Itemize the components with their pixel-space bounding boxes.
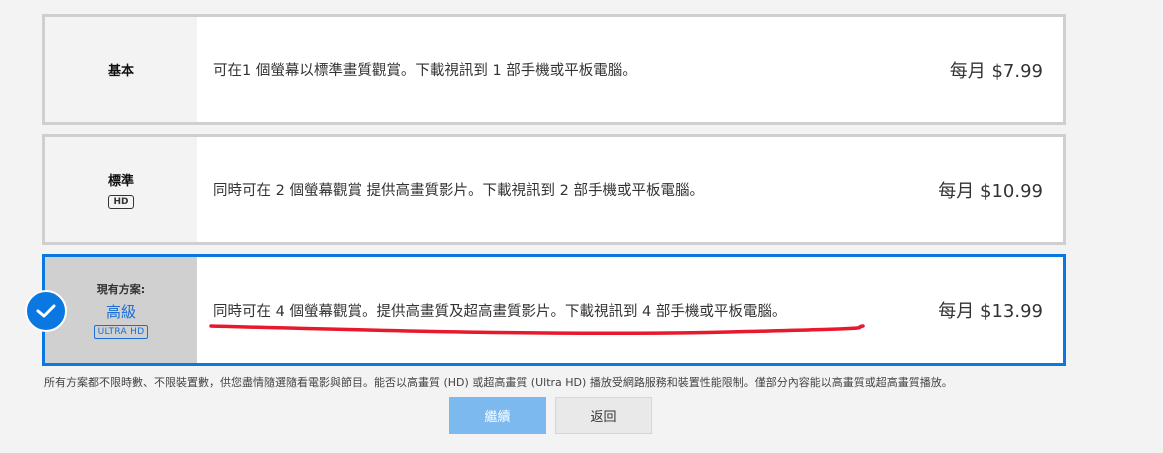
hd-badge: HD [108, 195, 134, 209]
continue-button[interactable]: 繼續 [449, 397, 546, 434]
plan-price: 每月 $13.99 [938, 301, 1043, 322]
plan-name: 標準 [107, 174, 134, 189]
plan-name: 高級 [105, 303, 136, 321]
plan-label-panel: 標準 HD [45, 137, 197, 242]
plan-name: 基本 [107, 64, 134, 79]
plan-description: 可在1 個螢幕以標準畫質觀賞。下載視訊到 1 部手機或平板電腦。 [213, 63, 637, 79]
plan-card-premium[interactable]: 現有方案: 高級 ULTRA HD 同時可在 4 個螢幕觀賞。提供高畫質及超高畫… [42, 254, 1066, 366]
current-plan-label: 現有方案: [96, 283, 146, 296]
plan-description-wrap: 同時可在 4 個螢幕觀賞。提供高畫質及超高畫質影片。下載視訊到 4 部手機或平板… [197, 257, 865, 363]
plan-card-basic[interactable]: 基本 可在1 個螢幕以標準畫質觀賞。下載視訊到 1 部手機或平板電腦。 每月 $… [42, 14, 1066, 125]
back-button[interactable]: 返回 [555, 397, 652, 434]
plan-price: 每月 $7.99 [949, 60, 1043, 82]
plans-footnote: 所有方案都不限時數、不限裝置數，供您盡情隨選隨看電影與節目。能否以高畫質 (HD… [44, 376, 953, 389]
plan-card-standard[interactable]: 標準 HD 同時可在 2 個螢幕觀賞 提供高畫質影片。下載視訊到 2 部手機或平… [42, 134, 1066, 245]
plan-label-panel: 基本 [45, 17, 197, 122]
plan-label-panel: 現有方案: 高級 ULTRA HD [45, 257, 197, 363]
plan-price: 每月 $10.99 [938, 180, 1043, 202]
check-circle-icon [25, 290, 67, 332]
annotated-description: 同時可在 4 個螢幕觀賞。提供高畫質及超高畫質影片。下載視訊到 4 部手機或平板… [209, 300, 865, 335]
plan-description: 同時可在 2 個螢幕觀賞 提供高畫質影片。下載視訊到 2 部手機或平板電腦。 [213, 183, 704, 199]
checkmark-icon [36, 304, 56, 318]
ultra-hd-badge: ULTRA HD [93, 325, 149, 339]
red-underline-annotation [209, 323, 865, 335]
